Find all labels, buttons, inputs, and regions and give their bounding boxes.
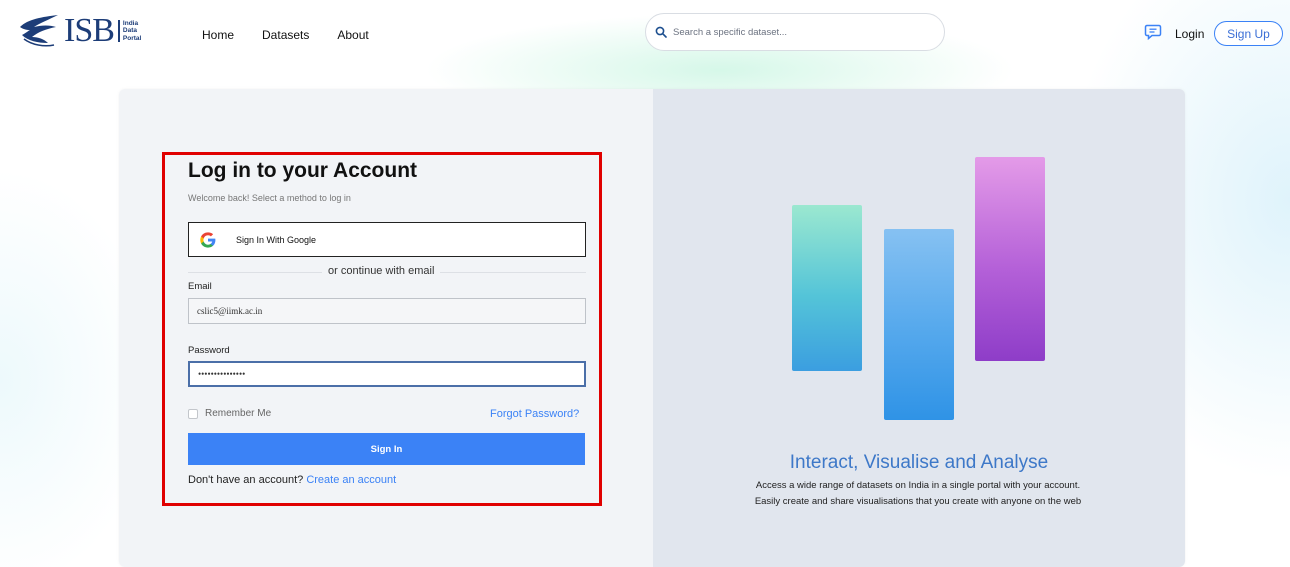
login-link[interactable]: Login xyxy=(1175,27,1204,41)
nav-about[interactable]: About xyxy=(337,28,368,42)
signup-button[interactable]: Sign Up xyxy=(1214,21,1283,46)
logo-text: ISB xyxy=(64,12,115,49)
main-nav: Home Datasets About xyxy=(202,28,397,42)
promo-description: Access a wide range of datasets on India… xyxy=(754,480,1082,507)
nav-home[interactable]: Home xyxy=(202,28,234,42)
illustration-bar-teal xyxy=(792,205,862,371)
search-icon xyxy=(655,26,667,38)
highlight-box xyxy=(162,152,602,506)
illustration-bar-blue xyxy=(884,229,954,420)
illustration-bar-purple xyxy=(975,157,1045,361)
logo-subtitle: India Data Portal xyxy=(117,19,141,43)
search-box[interactable] xyxy=(645,13,945,51)
feedback-chat-icon[interactable] xyxy=(1144,24,1162,40)
search-input[interactable] xyxy=(673,26,923,38)
bird-logo-icon xyxy=(20,15,58,47)
top-nav-bar: ISB India Data Portal Home Datasets Abou… xyxy=(0,0,1290,64)
promo-tagline: Interact, Visualise and Analyse xyxy=(789,452,1049,473)
nav-datasets[interactable]: Datasets xyxy=(262,28,309,42)
isb-logo[interactable]: ISB India Data Portal xyxy=(18,10,141,52)
